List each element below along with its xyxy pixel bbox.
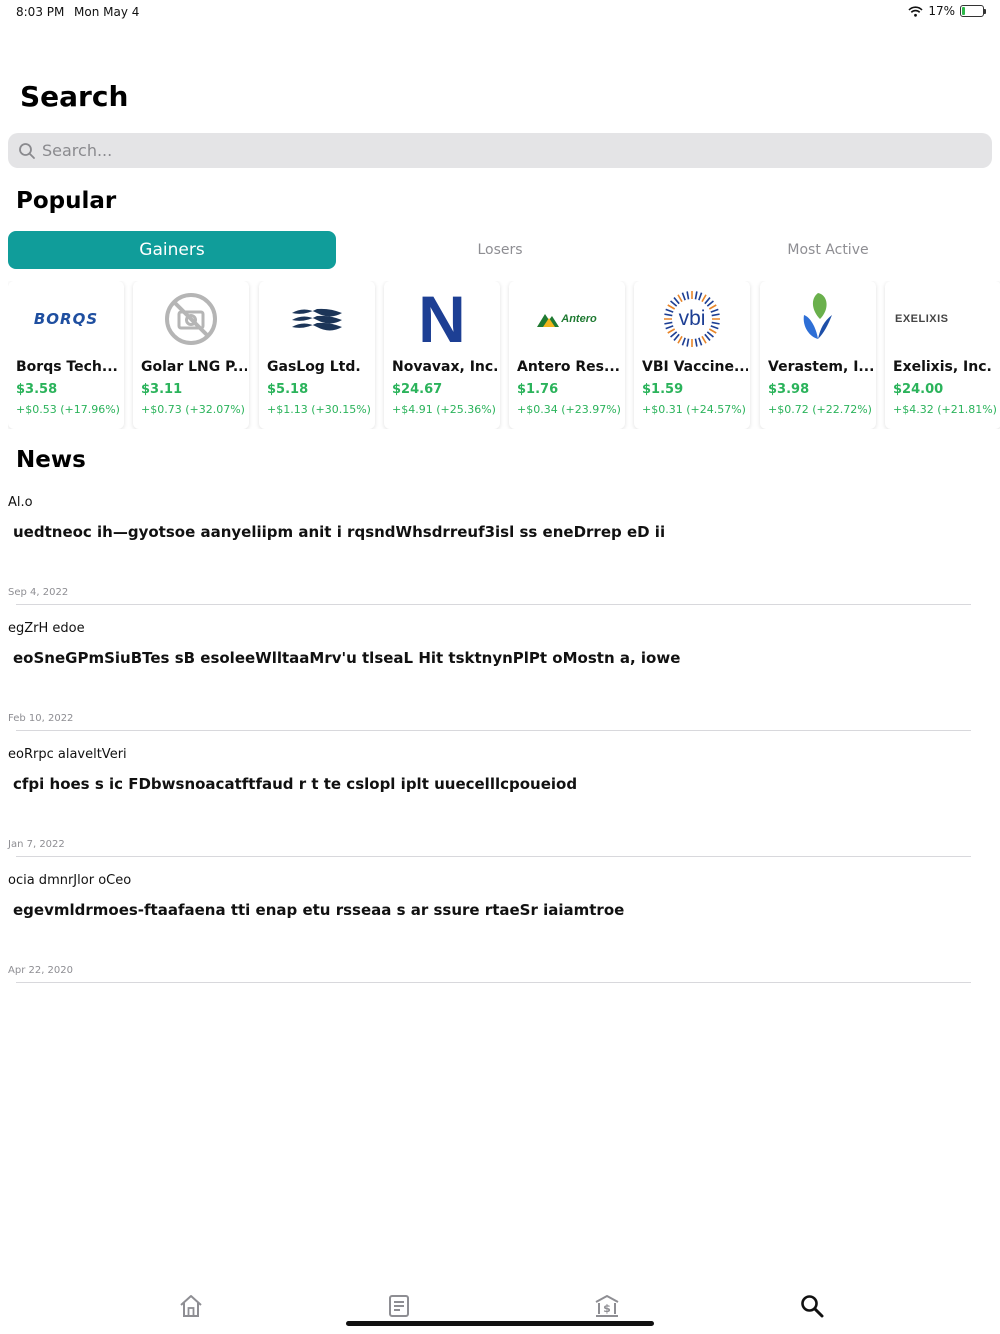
home-indicator [346,1321,654,1326]
news-headline[interactable]: eoSneGPmSiuBTes sB esoleeWlltaaMrv'u tls… [13,649,680,667]
battery-icon [960,5,986,17]
novavax-logo: N [384,282,500,356]
stock-name: Golar LNG P... [141,359,247,375]
stock-card[interactable]: BORQS Borqs Tech... $3.58 +$0.53 (+17.96… [8,281,124,429]
stock-price: $3.11 [141,382,183,397]
divider [16,982,971,983]
tab-most-active[interactable]: Most Active [664,231,992,269]
stock-card[interactable]: GasLog Ltd. $5.18 +$1.13 (+30.15%) [259,281,375,429]
novavax-logo-text: N [418,282,466,356]
stock-change: +$0.34 (+23.97%) [517,403,621,416]
antero-logo: Antero [509,287,625,351]
antero-logo-text: Antero [561,313,597,325]
stock-card[interactable]: Antero Antero Res... $1.76 +$0.34 (+23.9… [509,281,625,429]
news-source: eoRrpc alaveltVeri [8,747,127,762]
stock-card[interactable]: N Novavax, Inc. $24.67 +$4.91 (+25.36%) [384,281,500,429]
news-date: Feb 10, 2022 [8,713,74,724]
stock-change: +$0.72 (+22.72%) [768,403,872,416]
borqs-logo-text: BORQS [33,310,99,328]
stock-price: $3.58 [16,382,58,397]
news-source: Al.o [8,495,33,510]
news-headline[interactable]: egevmldrmoes-ftaafaena tti enap etu rsse… [13,901,624,919]
tab-losers[interactable]: Losers [336,231,664,269]
news-item[interactable]: egZrH edoe eoSneGPmSiuBTes sB esoleeWllt… [0,621,1000,747]
stock-name: VBI Vaccine... [642,359,748,375]
stock-name: Antero Res... [517,359,620,375]
popular-tabs: Gainers Losers Most Active [8,231,992,269]
verastem-logo [760,287,876,351]
svg-text:$: $ [603,1302,611,1315]
stock-price: $3.98 [768,382,810,397]
stock-card[interactable]: Verastem, I... $3.98 +$0.72 (+22.72%) [760,281,876,429]
vbi-logo: vbi [634,287,750,351]
gaslog-logo [259,287,375,351]
no-photo-icon [133,287,249,351]
news-source: egZrH edoe [8,621,85,636]
stock-name: Novavax, Inc. [392,359,498,375]
stock-card[interactable]: vbi VBI Vaccine... $1.59 +$0.31 (+24.57%… [634,281,750,429]
battery-fill [962,7,966,15]
status-bar: 8:03 PM Mon May 4 17% [0,0,1000,24]
status-date: Mon May 4 [74,5,140,19]
stock-price: $24.67 [392,382,443,397]
stock-name: Verastem, I... [768,359,874,375]
news-icon[interactable] [385,1292,413,1320]
stock-price: $5.18 [267,382,309,397]
divider [16,856,971,857]
battery-percent: 17% [928,4,955,18]
news-headline[interactable]: cfpi hoes s ic FDbwsnoacatftfaud r t te … [13,775,577,793]
popular-title: Popular [16,188,117,214]
bank-icon[interactable]: $ [593,1292,621,1320]
news-date: Jan 7, 2022 [8,839,65,850]
status-indicators: 17% [908,4,986,18]
news-item[interactable]: eoRrpc alaveltVeri cfpi hoes s ic FDbwsn… [0,747,1000,873]
page-title: Search [20,80,129,113]
status-time: 8:03 PM [16,5,65,19]
stock-name: GasLog Ltd. [267,359,361,375]
stock-change: +$0.73 (+32.07%) [141,403,245,416]
stock-price: $24.00 [893,382,944,397]
vbi-logo-text: vbi [678,307,706,330]
news-date: Apr 22, 2020 [8,965,74,976]
home-icon[interactable] [177,1292,205,1320]
divider [16,730,971,731]
borqs-logo: BORQS [8,287,124,351]
news-title: News [16,447,86,473]
stock-price: $1.59 [642,382,684,397]
news-source: ocia dmnrJlor oCeo [8,873,132,888]
tab-gainers[interactable]: Gainers [8,231,336,269]
stock-change: +$1.13 (+30.15%) [267,403,371,416]
search-icon [19,142,35,159]
search-bar[interactable] [8,133,992,168]
exelixis-logo: EXELIXIS [885,287,1000,351]
stock-change: +$4.32 (+21.81%) [893,403,997,416]
stock-cards: BORQS Borqs Tech... $3.58 +$0.53 (+17.96… [8,281,1000,429]
stock-card[interactable]: Golar LNG P... $3.11 +$0.73 (+32.07%) [133,281,249,429]
stock-change: +$4.91 (+25.36%) [392,403,496,416]
search-input[interactable] [42,141,942,160]
stock-change: +$0.53 (+17.96%) [16,403,120,416]
wifi-icon [908,5,923,17]
stock-change: +$0.31 (+24.57%) [642,403,746,416]
news-headline[interactable]: uedtneoc ih—gyotsoe aanyeliipm anit i rq… [13,523,665,541]
stock-name: Borqs Tech... [16,359,118,375]
stock-card[interactable]: EXELIXIS Exelixis, Inc. $24.00 +$4.32 (+… [885,281,1000,429]
divider [16,604,971,605]
stock-price: $1.76 [517,382,559,397]
exelixis-logo-text: EXELIXIS [895,313,949,325]
stock-name: Exelixis, Inc. [893,359,992,375]
search-icon[interactable] [798,1292,826,1320]
news-item[interactable]: ocia dmnrJlor oCeo egevmldrmoes-ftaafaen… [0,873,1000,999]
bottom-tab-bar: $ [0,1284,1000,1334]
news-item[interactable]: Al.o uedtneoc ih—gyotsoe aanyeliipm anit… [0,495,1000,621]
news-date: Sep 4, 2022 [8,587,69,598]
